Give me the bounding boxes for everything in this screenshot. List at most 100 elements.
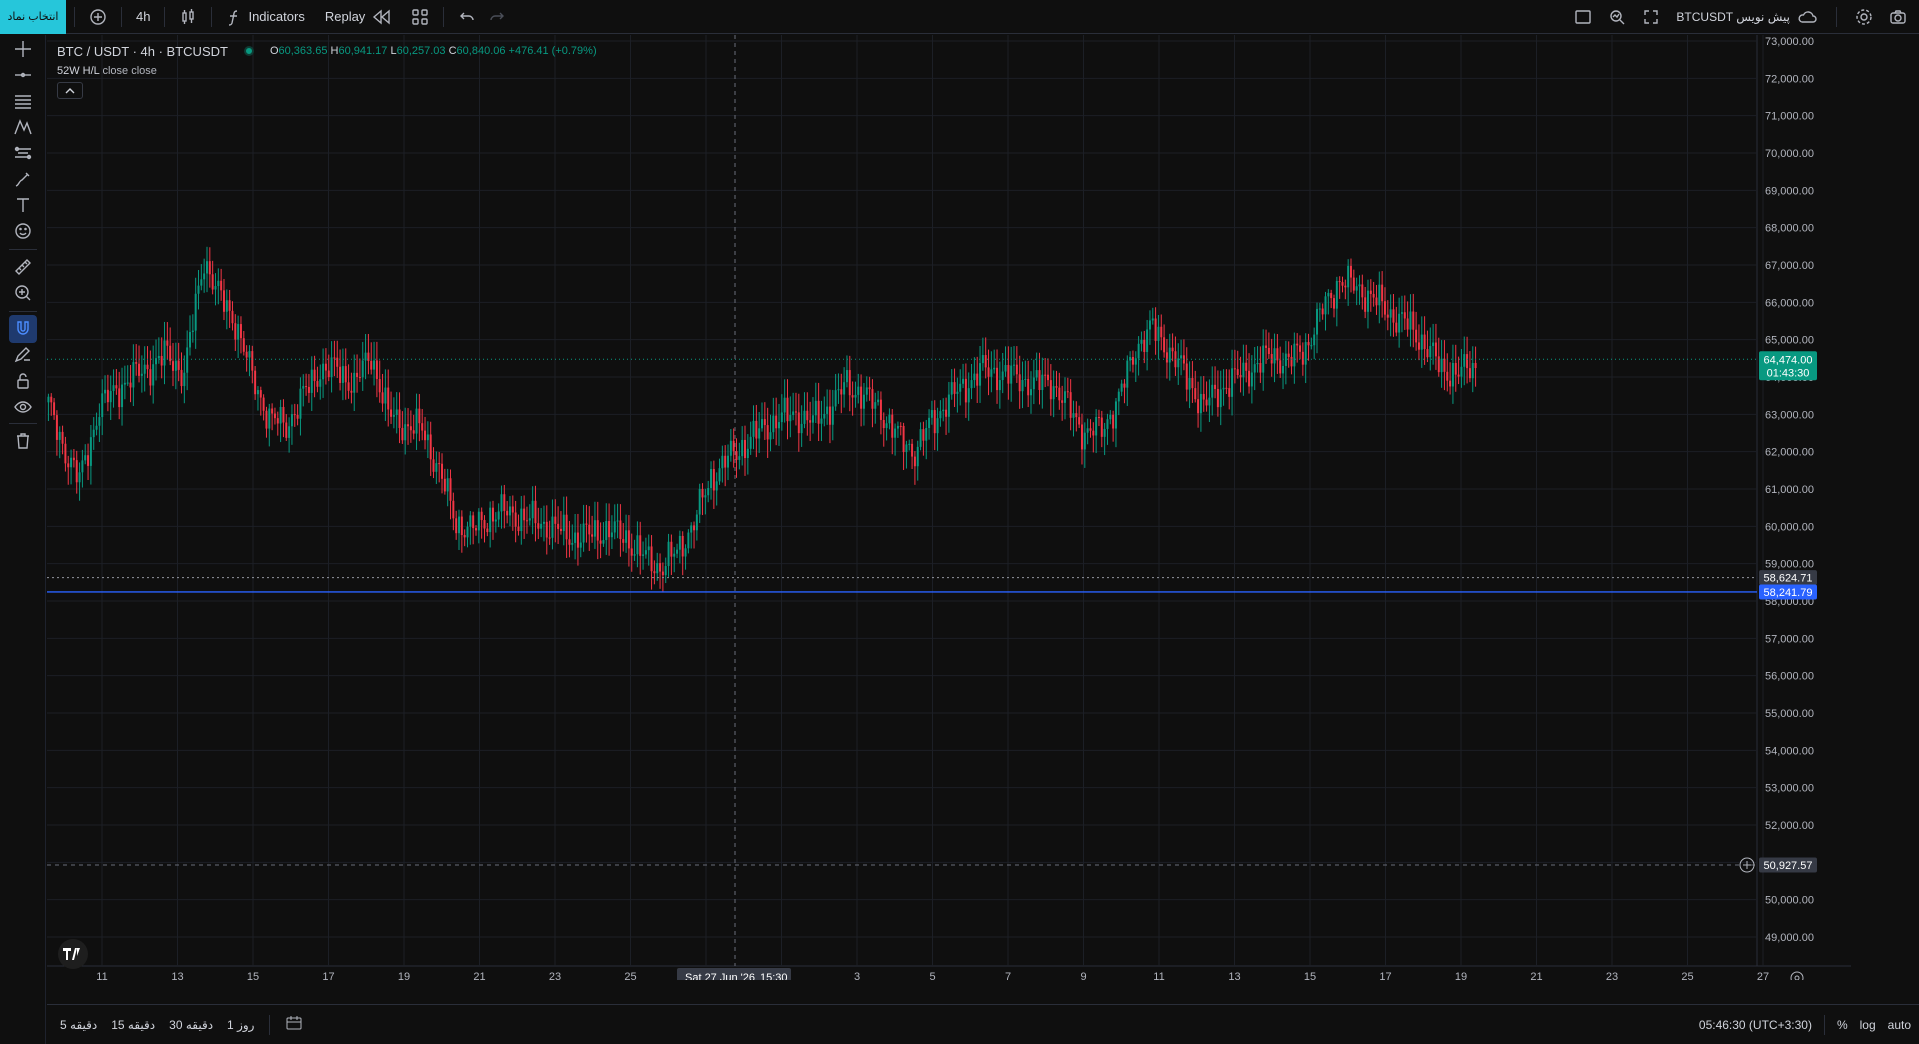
symbol-title[interactable]: BTC / USDT · 4h · BTCUSDT <box>57 44 228 59</box>
range-15m-button[interactable]: 15 دقیقه <box>104 1018 162 1032</box>
brush-tool[interactable] <box>9 165 37 193</box>
candle-body <box>766 425 769 440</box>
calendar-icon <box>286 1016 302 1030</box>
candle-body <box>265 410 268 429</box>
candle-body <box>1259 362 1262 373</box>
fib-tool[interactable] <box>9 87 37 115</box>
trend-line-tool[interactable] <box>9 61 37 89</box>
candle-body <box>1301 351 1304 365</box>
candle-body <box>1140 339 1143 344</box>
candle-body <box>98 417 101 426</box>
range-30m-button[interactable]: 30 دقیقه <box>162 1018 220 1032</box>
redo-button[interactable] <box>482 0 512 34</box>
hide-drawings-tool[interactable] <box>9 393 37 421</box>
price-tick-label: 72,000.00 <box>1765 73 1814 85</box>
candle-body <box>729 440 732 456</box>
crosshair-tool[interactable] <box>9 35 37 63</box>
pencil-lock-icon <box>14 347 30 363</box>
candle-body <box>837 389 840 391</box>
candle-body <box>101 393 104 418</box>
price-tick-label: 68,000.00 <box>1765 223 1814 235</box>
candle-body <box>984 355 987 368</box>
undo-button[interactable] <box>452 0 482 34</box>
candle-body <box>398 409 401 428</box>
candle-body <box>222 290 225 312</box>
candle-body <box>1434 342 1437 357</box>
candle-body <box>375 360 378 379</box>
candle-body <box>1256 362 1259 365</box>
time-tick-label: 15 <box>1304 971 1316 980</box>
candle-body <box>1013 364 1016 366</box>
screenshot-button[interactable] <box>1883 0 1913 34</box>
toolbar-divider <box>1836 7 1837 27</box>
select-symbol-button[interactable]: انتخاب نماد <box>0 0 66 34</box>
market-open-indicator[interactable] <box>243 46 254 56</box>
percent-scale-toggle[interactable]: % <box>1837 1018 1848 1032</box>
candle-body <box>1219 389 1222 408</box>
candle-body <box>70 457 73 468</box>
remove-drawings-tool[interactable] <box>9 427 37 455</box>
candle-body <box>928 417 931 429</box>
collapse-legend-button[interactable] <box>57 82 83 99</box>
time-tick-label: 23 <box>1606 971 1618 980</box>
candle-body <box>1381 284 1384 302</box>
price-tick-label: 50,000.00 <box>1765 895 1814 907</box>
price-tick-label: 67,000.00 <box>1765 260 1814 272</box>
candle-body <box>194 293 197 331</box>
candle-body <box>1120 383 1123 392</box>
lock-drawings-tool[interactable] <box>9 367 37 395</box>
measure-tool[interactable] <box>9 253 37 281</box>
layouts-button[interactable] <box>397 0 435 34</box>
symbol-search-button[interactable]: BTCUSDT پیش نویس <box>1670 0 1824 34</box>
candle-body <box>1347 265 1350 288</box>
candle-body <box>339 366 342 383</box>
candle-body <box>1276 348 1279 361</box>
candle-body <box>1075 413 1078 418</box>
fullscreen-frame-button[interactable] <box>1568 0 1598 34</box>
text-tool[interactable] <box>9 191 37 219</box>
replay-button[interactable]: Replay <box>311 0 397 34</box>
icon-tool[interactable] <box>9 217 37 245</box>
candle-body <box>769 432 772 440</box>
chart-type-button[interactable] <box>173 0 203 34</box>
price-tick-label: 59,000.00 <box>1765 559 1814 571</box>
indicators-button[interactable]: Indicators <box>220 0 310 34</box>
range-1d-button[interactable]: 1 روز <box>220 1018 261 1032</box>
range-5m-button[interactable]: 5 دقیقه <box>53 1018 104 1032</box>
indicator-legend[interactable]: 52W H/L close close <box>57 65 597 77</box>
expand-button[interactable] <box>1636 0 1666 34</box>
camera-icon <box>1890 10 1906 24</box>
zoom-tool[interactable] <box>9 279 37 307</box>
forecast-tool[interactable] <box>9 139 37 167</box>
candle-body <box>1197 399 1200 414</box>
tradingview-logo[interactable] <box>58 939 88 969</box>
go-to-date-button[interactable] <box>278 1015 310 1034</box>
candle-body <box>525 520 528 522</box>
interval-button[interactable]: 4h <box>130 0 156 34</box>
settings-button[interactable] <box>1849 0 1879 34</box>
candlestick-chart[interactable]: 73,000.00 72,000.00 71,000.00 70,000.00 69,0… <box>47 35 1851 980</box>
clock-timezone[interactable]: 05:46:30 (UTC+3:30) <box>1699 1018 1812 1032</box>
candle-body <box>1293 343 1296 367</box>
candle-body <box>1030 389 1033 396</box>
candle-body <box>1095 417 1098 436</box>
candle-body <box>964 378 967 403</box>
log-scale-toggle[interactable]: log <box>1860 1018 1876 1032</box>
candle-body <box>140 373 143 376</box>
pattern-tool[interactable] <box>9 113 37 141</box>
price-axis-bg <box>1757 35 1851 980</box>
magnet-tool[interactable] <box>9 315 37 343</box>
close-value: 60,840.06 <box>456 45 506 57</box>
candle-body <box>854 394 857 398</box>
auto-scale-toggle[interactable]: auto <box>1888 1018 1911 1032</box>
stay-drawing-tool[interactable] <box>9 341 37 369</box>
candle-body <box>1143 339 1146 353</box>
chart-pane[interactable]: 73,000.00 72,000.00 71,000.00 70,000.00 69,0… <box>47 35 1851 980</box>
candle-body <box>902 425 905 453</box>
candle-body <box>466 526 469 538</box>
candle-body <box>1440 358 1443 373</box>
magnet-icon <box>17 321 29 335</box>
time-tick-label: 13 <box>171 971 183 980</box>
add-symbol-button[interactable] <box>83 0 113 34</box>
quick-search-button[interactable] <box>1602 0 1632 34</box>
